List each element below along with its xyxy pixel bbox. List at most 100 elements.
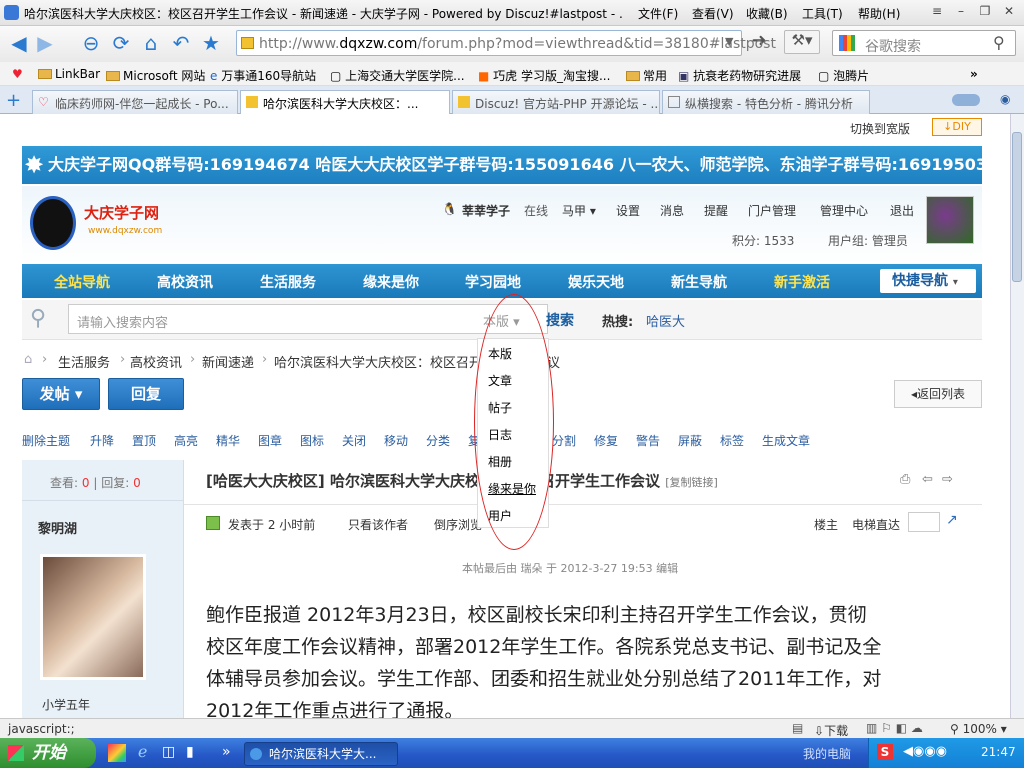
minimize-icon[interactable]: – bbox=[952, 4, 970, 20]
floor-jump-input[interactable] bbox=[908, 512, 940, 532]
reverse-order-link[interactable]: 倒序浏览 bbox=[434, 516, 482, 533]
menu-file[interactable]: 文件(F) bbox=[638, 5, 678, 22]
notifications-link[interactable]: 提醒 bbox=[704, 202, 728, 219]
tray-icons[interactable]: ◀◉◉◉ bbox=[903, 744, 947, 759]
tab-clinical-pharmacist[interactable]: ♡ 临床药师网-伴您一起成长 - Po... bbox=[32, 90, 238, 114]
nav-dating[interactable]: 缘来是你 bbox=[363, 272, 419, 292]
points-display[interactable]: 积分: 1533 bbox=[732, 232, 794, 249]
bookmark-linkbar[interactable]: LinkBar bbox=[38, 67, 100, 81]
mod-generate-article[interactable]: 生成文章 bbox=[762, 432, 810, 449]
bookmark-microsoft[interactable]: Microsoft 网站 bbox=[106, 67, 205, 84]
bookmark-antiaging[interactable]: ▣ 抗衰老药物研究进展 bbox=[678, 67, 801, 84]
status-tool-icons[interactable]: ▥ ⚐ ◧ ☁ bbox=[866, 721, 923, 735]
refresh-icon[interactable]: ⟳ bbox=[108, 30, 134, 56]
mod-tag[interactable]: 标签 bbox=[720, 432, 744, 449]
bookmark-taobao[interactable]: ■ 巧虎 学习版_淘宝搜... bbox=[478, 67, 610, 84]
mod-digest[interactable]: 精华 bbox=[216, 432, 240, 449]
tab-scroll-icon[interactable] bbox=[952, 94, 980, 106]
prev-thread-icon[interactable]: ⇦ bbox=[922, 472, 933, 487]
next-thread-icon[interactable]: ⇨ bbox=[942, 472, 953, 487]
mod-split[interactable]: 分割 bbox=[552, 432, 576, 449]
address-bar[interactable]: http://www.dqxzw.com/forum.php?mod=viewt… bbox=[236, 30, 776, 56]
nav-activation[interactable]: 新手激活 bbox=[774, 272, 830, 292]
back-to-list-button[interactable]: ◂返回列表 bbox=[894, 380, 982, 408]
tab-menu-icon[interactable]: ◉ bbox=[1000, 92, 1010, 106]
mod-stamp[interactable]: 图章 bbox=[258, 432, 282, 449]
new-post-button[interactable]: 发帖 ▾ bbox=[22, 378, 100, 410]
site-logo-name[interactable]: 大庆学子网 bbox=[84, 202, 159, 223]
only-author-link[interactable]: 只看该作者 bbox=[348, 516, 408, 533]
restore-icon[interactable]: ❐ bbox=[976, 4, 994, 20]
tray-sogou-icon[interactable]: S bbox=[877, 744, 893, 760]
hot-search-link[interactable]: 哈医大 bbox=[646, 311, 685, 330]
user-avatar[interactable] bbox=[926, 196, 974, 244]
author-avatar[interactable] bbox=[40, 554, 146, 680]
tab-zongheng[interactable]: 纵横搜索 - 特色分析 - 腾讯分析 bbox=[662, 90, 870, 114]
home-icon[interactable]: ⌂ bbox=[138, 30, 164, 56]
print-icon[interactable]: ⎙ bbox=[900, 472, 910, 487]
menu-tools[interactable]: 工具(T) bbox=[802, 5, 843, 22]
mod-move[interactable]: 移动 bbox=[384, 432, 408, 449]
diy-button[interactable]: ↓DIY bbox=[932, 118, 982, 136]
menu-favorites[interactable]: 收藏(B) bbox=[746, 5, 788, 22]
mod-close[interactable]: 关闭 bbox=[342, 432, 366, 449]
mod-warn[interactable]: 警告 bbox=[636, 432, 660, 449]
favorites-heart-icon[interactable]: ♥ bbox=[12, 67, 23, 81]
taskbar-browser-window[interactable]: 哈尔滨医科大学大... bbox=[244, 742, 398, 766]
tab-discuz[interactable]: Discuz! 官方站-PHP 开源论坛 - ... bbox=[452, 90, 660, 114]
status-page-icon[interactable]: ▤ bbox=[792, 721, 803, 735]
mod-repair[interactable]: 修复 bbox=[594, 432, 618, 449]
quick-launch-windows-icon[interactable] bbox=[108, 744, 126, 762]
favorite-star-icon[interactable]: ★ bbox=[198, 30, 224, 56]
stop-icon[interactable]: ⊖ bbox=[78, 30, 104, 56]
user-group-display[interactable]: 用户组: 管理员 bbox=[828, 232, 908, 249]
alt-account-link[interactable]: 马甲 ▾ bbox=[562, 202, 596, 219]
bookmark-common[interactable]: 常用 bbox=[626, 67, 667, 84]
forum-search-input[interactable]: 请输入搜索内容 本版 ▾ bbox=[68, 304, 548, 334]
mod-bump[interactable]: 升降 bbox=[90, 432, 114, 449]
portal-admin-link[interactable]: 门户管理 bbox=[748, 202, 796, 219]
bookmark-effervescent[interactable]: ▢ 泡腾片 bbox=[818, 67, 869, 84]
nav-life-services[interactable]: 生活服务 bbox=[260, 272, 316, 292]
breadcrumb-news[interactable]: 新闻速递 bbox=[202, 352, 254, 371]
nav-college-news[interactable]: 高校资讯 bbox=[157, 272, 213, 292]
nav-entertainment[interactable]: 娱乐天地 bbox=[568, 272, 624, 292]
start-button[interactable]: 开始 bbox=[0, 738, 96, 768]
menu-list-icon[interactable]: ≡ bbox=[928, 4, 946, 20]
new-tab-icon[interactable]: + bbox=[6, 90, 21, 111]
breadcrumb-college[interactable]: 高校资讯 bbox=[130, 352, 182, 371]
menu-view[interactable]: 查看(V) bbox=[692, 5, 734, 22]
quick-launch-more-icon[interactable]: » bbox=[222, 744, 231, 760]
download-button[interactable]: ⇩下载 bbox=[814, 722, 848, 739]
switch-wide-link[interactable]: 切换到宽版 bbox=[850, 120, 910, 137]
quick-nav-button[interactable]: 快捷导航 ▾ bbox=[880, 269, 976, 293]
nav-all-site[interactable]: 全站导航 bbox=[54, 272, 110, 292]
mod-category[interactable]: 分类 bbox=[426, 432, 450, 449]
undo-icon[interactable]: ↶ bbox=[168, 30, 194, 56]
back-icon[interactable]: ◀ bbox=[6, 30, 32, 56]
online-status[interactable]: 在线 bbox=[524, 202, 548, 219]
author-name[interactable]: 黎明湖 bbox=[38, 518, 77, 537]
menu-help[interactable]: 帮助(H) bbox=[858, 5, 900, 22]
zoom-level[interactable]: ⚲ 100% ▾ bbox=[950, 722, 1007, 736]
close-icon[interactable]: ✕ bbox=[1000, 4, 1018, 20]
more-bookmarks-icon[interactable]: » bbox=[970, 67, 978, 81]
site-logo-icon[interactable] bbox=[30, 196, 76, 250]
scrollbar-thumb[interactable] bbox=[1012, 132, 1022, 282]
breadcrumb-life[interactable]: 生活服务 bbox=[58, 352, 110, 371]
quick-launch-media-icon[interactable]: ▮ bbox=[186, 744, 194, 760]
thread-category[interactable]: [哈医大大庆校区] bbox=[206, 472, 325, 490]
forward-icon[interactable]: ▶ bbox=[32, 30, 58, 56]
messages-link[interactable]: 消息 bbox=[660, 202, 684, 219]
tools-icon[interactable]: ⚒▾ bbox=[784, 30, 820, 54]
logout-link[interactable]: 退出 bbox=[890, 202, 914, 219]
copy-link[interactable]: [复制链接] bbox=[665, 476, 718, 489]
my-computer-label[interactable]: 我的电脑 bbox=[803, 745, 851, 762]
settings-link[interactable]: 设置 bbox=[616, 202, 640, 219]
bookmark-160[interactable]: e 万事通160导航站 bbox=[210, 67, 316, 84]
mod-highlight[interactable]: 高亮 bbox=[174, 432, 198, 449]
admin-center-link[interactable]: 管理中心 bbox=[820, 202, 868, 219]
home-icon[interactable]: ⌂ bbox=[24, 352, 32, 367]
jump-go-icon[interactable]: ↗ bbox=[946, 512, 958, 528]
search-icon[interactable]: ⚲ bbox=[993, 33, 1005, 52]
